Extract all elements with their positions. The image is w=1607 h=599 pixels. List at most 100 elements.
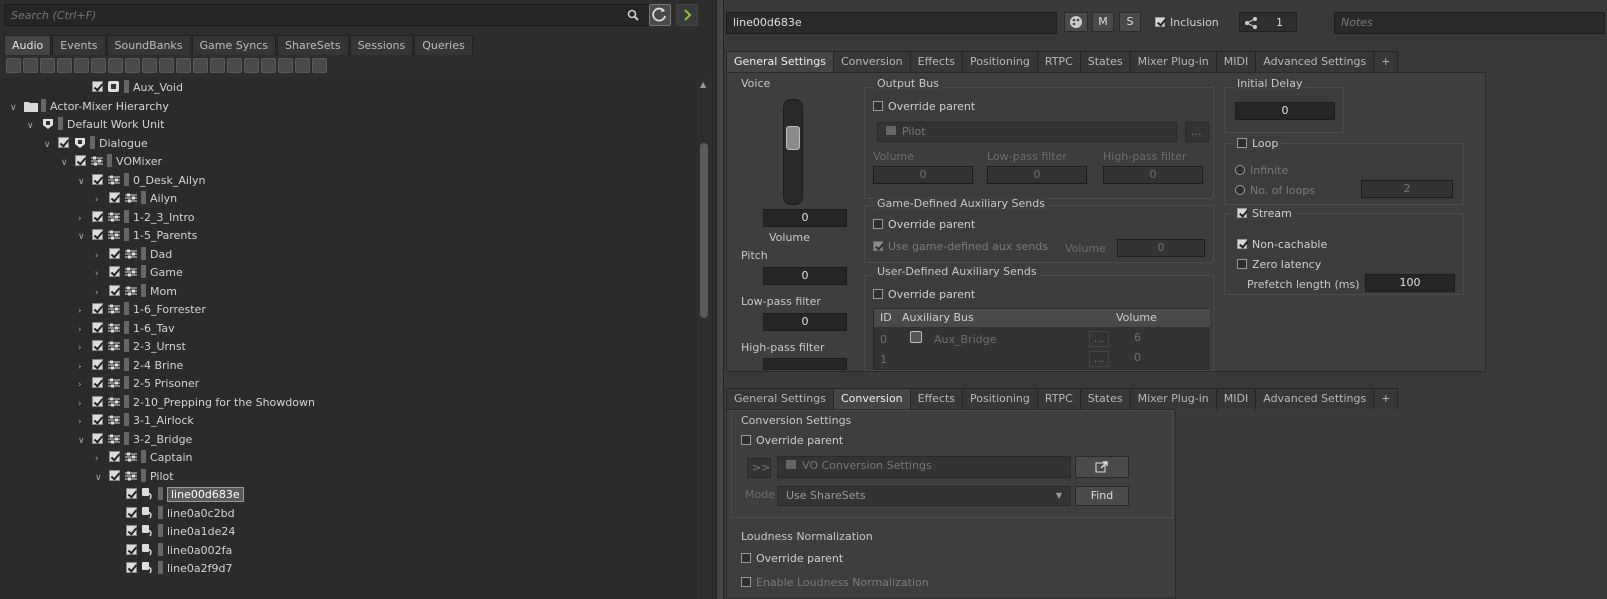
tree-item[interactable]: › 3-1_Airlock <box>78 411 194 430</box>
tree-item[interactable]: › 2-10_Prepping for the Showdown <box>78 393 315 412</box>
conversion-override-checkbox[interactable]: Override parent <box>741 434 843 447</box>
tree-item[interactable]: Aux_Void <box>78 78 183 97</box>
output-bus-field[interactable]: Pilot <box>877 122 1177 142</box>
tree-item-checkbox[interactable] <box>92 173 103 185</box>
conversion-nav-button[interactable]: >> <box>747 458 771 478</box>
tab-positioning[interactable]: Positioning <box>962 388 1038 409</box>
tab-events[interactable]: Events <box>52 35 106 55</box>
tree-item[interactable]: › 2-3_Urnst <box>78 337 186 356</box>
tab-states[interactable]: States <box>1079 51 1131 72</box>
toolbar-button[interactable] <box>210 58 225 73</box>
inclusion-checkbox[interactable]: Inclusion <box>1155 16 1219 29</box>
tab-rtpc[interactable]: RTPC <box>1036 388 1081 409</box>
output-bus-browse-button[interactable]: ... <box>1185 122 1209 142</box>
tree-item-checkbox[interactable] <box>126 562 137 573</box>
notes-field[interactable]: Notes <box>1334 12 1605 34</box>
object-name-field[interactable]: line00d683e <box>726 12 1057 34</box>
toolbar-button[interactable] <box>159 58 174 73</box>
toolbar-button[interactable] <box>74 58 89 73</box>
toolbar-button[interactable] <box>278 58 293 73</box>
hpf-value[interactable] <box>763 358 847 370</box>
lpf-value[interactable]: 0 <box>763 313 847 331</box>
tree-item[interactable]: › Mom <box>95 282 177 301</box>
tree-item[interactable]: › 1-6_Tav <box>78 319 175 338</box>
chevron-down-icon[interactable]: ∨ <box>61 154 75 173</box>
fader-knob[interactable] <box>786 126 800 150</box>
toolbar-button[interactable] <box>176 58 191 73</box>
share-count-field[interactable]: 1 <box>1239 12 1297 32</box>
tree-item-checkbox[interactable] <box>92 395 103 407</box>
tree-item-checkbox[interactable] <box>109 469 120 481</box>
tree-item-checkbox[interactable] <box>92 414 103 425</box>
toolbar-button[interactable] <box>227 58 242 73</box>
chevron-down-icon[interactable]: ∨ <box>78 173 92 192</box>
solo-button[interactable]: S <box>1119 12 1141 32</box>
chevron-down-icon[interactable]: ∨ <box>44 136 58 155</box>
tree-scroll-thumb[interactable] <box>700 143 708 318</box>
tree-item[interactable]: line0a0c2bd <box>112 504 235 523</box>
tab-general-settings[interactable]: General Settings <box>726 51 834 72</box>
chevron-down-icon[interactable]: ∨ <box>27 117 41 136</box>
tab-soundbanks[interactable]: SoundBanks <box>106 35 191 55</box>
scroll-up-icon[interactable]: ▲ <box>700 80 706 89</box>
add-tab-button[interactable]: + <box>1373 388 1399 409</box>
tree-item[interactable]: › 2-5 Prisoner <box>78 374 199 393</box>
toolbar-button[interactable] <box>193 58 208 73</box>
forward-button[interactable] <box>676 4 698 26</box>
aux-row-0-browse[interactable]: ... <box>1089 331 1109 347</box>
voice-volume-fader[interactable] <box>783 99 803 205</box>
tree-item-checkbox[interactable] <box>75 155 86 166</box>
prefetch-value[interactable]: 100 <box>1365 274 1455 292</box>
tab-advanced-settings[interactable]: Advanced Settings <box>1255 388 1375 409</box>
toolbar-button[interactable] <box>142 58 157 73</box>
toolbar-button[interactable] <box>108 58 123 73</box>
tab-game-syncs[interactable]: Game Syncs <box>191 35 277 55</box>
tree-item[interactable]: ∨ 1-5_Parents <box>78 226 197 245</box>
tab-mixer-plug-in[interactable]: Mixer Plug-in <box>1129 51 1217 72</box>
tree-item[interactable]: ∨ 0_Desk_Ailyn <box>78 171 205 190</box>
search-input[interactable] <box>5 5 625 25</box>
tab-effects[interactable]: Effects <box>909 51 964 72</box>
toolbar-button[interactable] <box>125 58 140 73</box>
toolbar-button[interactable] <box>23 58 38 73</box>
tree-item-checkbox[interactable] <box>109 284 120 296</box>
search-box[interactable] <box>4 4 664 26</box>
pitch-value[interactable]: 0 <box>763 267 847 285</box>
tab-sharesets[interactable]: ShareSets <box>277 35 349 55</box>
tree-item-checkbox[interactable] <box>92 358 103 370</box>
tree-item[interactable]: › 2-4 Brine <box>78 356 183 375</box>
noncachable-checkbox[interactable]: Non-cachable <box>1237 238 1327 251</box>
tree-item[interactable]: line0a2f9d7 <box>112 559 232 578</box>
tab-midi[interactable]: MIDI <box>1215 51 1257 72</box>
find-button[interactable]: Find <box>1075 486 1129 506</box>
stream-checkbox[interactable]: Stream <box>1234 207 1295 220</box>
tree-item-checkbox[interactable] <box>92 377 103 388</box>
tab-states[interactable]: States <box>1079 388 1131 409</box>
tree-item-checkbox[interactable] <box>92 321 103 333</box>
tree-item[interactable]: ∨ Dialogue <box>44 134 148 153</box>
tree-item[interactable]: › Dad <box>95 245 172 264</box>
toolbar-button[interactable] <box>244 58 259 73</box>
initial-delay-value[interactable]: 0 <box>1235 102 1335 120</box>
tree-item-checkbox[interactable] <box>109 451 120 462</box>
tree-item-checkbox[interactable] <box>126 543 137 555</box>
chevron-down-icon[interactable]: ∨ <box>78 432 92 451</box>
aux-row-1-browse[interactable]: ... <box>1089 351 1109 367</box>
tab-advanced-settings[interactable]: Advanced Settings <box>1255 51 1375 72</box>
tab-audio[interactable]: Audio <box>4 35 52 55</box>
mute-button[interactable]: M <box>1092 12 1114 32</box>
loudness-override-checkbox[interactable]: Override parent <box>741 552 843 565</box>
tree-item[interactable]: ∨ Actor-Mixer Hierarchy <box>10 97 169 116</box>
tree-item-checkbox[interactable] <box>92 81 103 92</box>
tab-mixer-plug-in[interactable]: Mixer Plug-in <box>1129 388 1217 409</box>
toolbar-button[interactable] <box>261 58 276 73</box>
search-icon[interactable] <box>627 9 639 21</box>
tree-item[interactable]: ∨ Default Work Unit <box>27 115 164 134</box>
tab-queries[interactable]: Queries <box>414 35 473 55</box>
tab-conversion[interactable]: Conversion <box>832 51 911 72</box>
chevron-down-icon[interactable]: ∨ <box>95 469 109 488</box>
tree-item[interactable]: › 1-6_Forrester <box>78 300 206 319</box>
tab-positioning[interactable]: Positioning <box>962 51 1038 72</box>
tree-item[interactable]: ∨ Pilot <box>95 467 174 486</box>
tree-item-checkbox[interactable] <box>92 340 103 351</box>
